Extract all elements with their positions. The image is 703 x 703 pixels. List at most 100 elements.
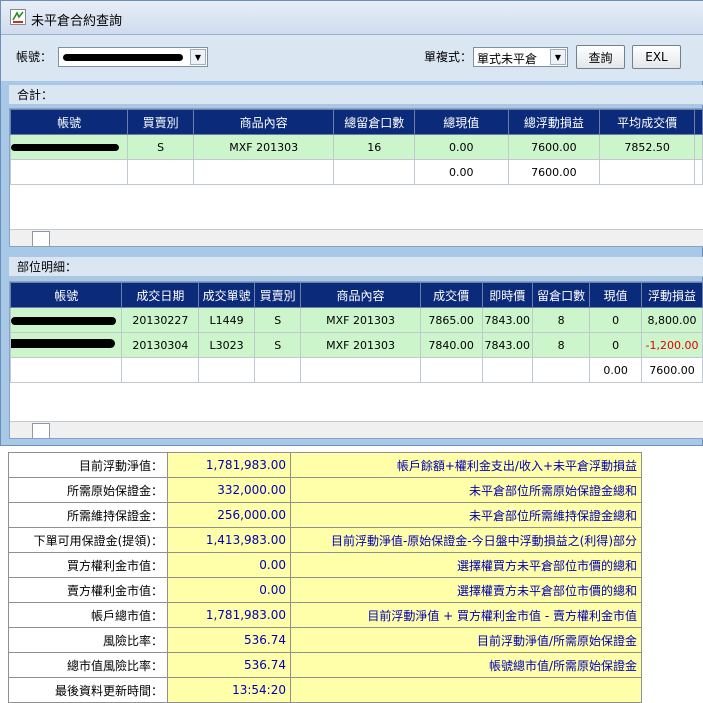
table-cell: MXF 201303 xyxy=(300,332,421,358)
mode-label: 單複式： xyxy=(424,50,473,64)
summary-grid: 帳號 買賣別 商品內容 總留倉口數 總現值 總浮動損益 平均成交價 S MXF … xyxy=(9,108,703,247)
scroll-thumb[interactable] xyxy=(32,423,50,438)
title-bar: 未平倉合約查詢 xyxy=(1,1,703,35)
redacted-account xyxy=(11,317,116,325)
detail-grid: 帳號 成交日期 成交單號 買賣別 商品內容 成交價 即時價 留倉口數 現值 浮動… xyxy=(9,281,703,439)
info-value: 1,781,983.00 xyxy=(167,452,291,478)
info-label: 最後資料更新時間： xyxy=(8,677,168,703)
table-cell: 0.00 xyxy=(414,134,509,160)
info-row: 買方權利金市值： 0.00 選擇權買方未平倉部位市價的總和 xyxy=(8,552,642,578)
table-cell: S xyxy=(127,134,194,160)
info-description: 帳號總市值/所需原始保證金 xyxy=(290,652,642,678)
table-cell: 8 xyxy=(532,307,591,333)
mode-select[interactable]: 單式未平倉 ▼ xyxy=(473,47,568,67)
info-label: 帳戶總市值： xyxy=(8,602,168,628)
table-cell: L3023 xyxy=(198,332,255,358)
column-header[interactable]: 買賣別 xyxy=(253,282,302,308)
column-header[interactable]: 商品內容 xyxy=(192,109,335,135)
table-row[interactable]: 20130227 L1449 S MXF 201303 7865.00 7843… xyxy=(10,307,703,333)
column-header[interactable]: 成交價 xyxy=(419,282,483,308)
info-value: 1,413,983.00 xyxy=(167,527,291,553)
info-value: 256,000.00 xyxy=(167,502,291,528)
table-row[interactable]: 0.00 7600.00 xyxy=(10,159,703,185)
table-cell xyxy=(693,159,703,185)
table-cell: 7600.00 xyxy=(507,134,601,160)
info-label: 目前浮動淨值： xyxy=(8,452,168,478)
info-value: 536.74 xyxy=(167,627,291,653)
column-header[interactable]: 買賣別 xyxy=(127,109,194,135)
column-header[interactable]: 即時價 xyxy=(481,282,534,308)
info-description: 目前浮動淨值-原始保證金-今日盤中浮動損益之(利得)部分 xyxy=(290,527,642,553)
column-header[interactable]: 總留倉口數 xyxy=(333,109,415,135)
column-header[interactable]: 平均成交價 xyxy=(599,109,695,135)
table-cell: S xyxy=(253,332,302,358)
column-header[interactable]: 現值 xyxy=(589,282,642,308)
table-cell xyxy=(10,332,123,358)
table-cell: 7865.00 xyxy=(419,307,483,333)
account-select[interactable]: ▼ xyxy=(58,47,208,67)
table-cell: 7600.00 xyxy=(507,159,601,185)
info-description: 選擇權買方未平倉部位市價的總和 xyxy=(290,552,642,578)
table-cell xyxy=(192,159,335,185)
scroll-thumb[interactable] xyxy=(32,231,50,246)
table-cell: MXF 201303 xyxy=(300,307,421,333)
column-header[interactable]: 留倉口數 xyxy=(532,282,591,308)
info-row: 風險比率： 536.74 目前浮動淨值/所需原始保證金 xyxy=(8,627,642,653)
info-label: 買方權利金市值： xyxy=(8,552,168,578)
column-header[interactable]: 成交單號 xyxy=(198,282,255,308)
table-row[interactable]: 20130304 L3023 S MXF 201303 7840.00 7843… xyxy=(10,332,703,358)
info-description xyxy=(290,677,642,703)
column-header[interactable]: 總浮動損益 xyxy=(507,109,601,135)
table-cell: 7600.00 xyxy=(640,357,703,383)
info-description: 帳戶餘額+權利金支出/收入+未平倉浮動損益 xyxy=(290,452,642,478)
table-cell xyxy=(333,159,415,185)
table-cell: 7843.00 xyxy=(481,332,534,358)
app-icon xyxy=(10,9,26,25)
table-cell: 7852.50 xyxy=(599,134,695,160)
table-cell: 0.00 xyxy=(414,159,509,185)
info-description: 選擇權賣方未平倉部位市價的總和 xyxy=(290,577,642,603)
column-header[interactable]: 浮動損益 xyxy=(640,282,703,308)
table-cell: 8,800.00 xyxy=(640,307,703,333)
table-cell xyxy=(198,357,255,383)
info-label: 下單可用保證金(提領)： xyxy=(8,527,168,553)
summary-section-label: 合計： xyxy=(9,85,703,105)
column-header xyxy=(693,109,703,135)
summary-horizontal-scrollbar[interactable] xyxy=(10,229,703,246)
info-value: 1,781,983.00 xyxy=(167,602,291,628)
summary-header-row: 帳號 買賣別 商品內容 總留倉口數 總現值 總浮動損益 平均成交價 xyxy=(10,109,703,135)
table-cell xyxy=(127,159,194,185)
mode-select-value: 單式未平倉 xyxy=(477,52,538,66)
table-cell xyxy=(481,357,534,383)
info-row: 所需維持保證金： 256,000.00 未平倉部位所需維持保證金總和 xyxy=(8,502,642,528)
table-cell xyxy=(121,357,200,383)
table-cell xyxy=(693,134,703,160)
detail-horizontal-scrollbar[interactable] xyxy=(10,421,703,438)
table-cell: 0 xyxy=(589,307,642,333)
info-row: 所需原始保證金： 332,000.00 未平倉部位所需原始保證金總和 xyxy=(8,477,642,503)
table-cell xyxy=(253,357,302,383)
query-button[interactable]: 查詢 xyxy=(576,45,625,69)
column-header[interactable]: 商品內容 xyxy=(300,282,421,308)
table-cell: -1,200.00 xyxy=(640,332,703,358)
table-row[interactable]: S MXF 201303 16 0.00 7600.00 7852.50 xyxy=(10,134,703,160)
info-value: 13:54:20 xyxy=(167,677,291,703)
info-description: 未平倉部位所需原始保證金總和 xyxy=(290,477,642,503)
exl-button[interactable]: EXL xyxy=(632,45,681,69)
info-value: 536.74 xyxy=(167,652,291,678)
table-row[interactable]: 0.00 7600.00 xyxy=(10,357,703,383)
table-cell: 0 xyxy=(589,332,642,358)
table-cell xyxy=(532,357,591,383)
column-header[interactable]: 總現值 xyxy=(414,109,509,135)
table-cell: 16 xyxy=(333,134,415,160)
window-title: 未平倉合約查詢 xyxy=(31,14,123,29)
table-cell xyxy=(10,357,123,383)
column-header[interactable]: 成交日期 xyxy=(121,282,200,308)
chevron-down-icon[interactable]: ▼ xyxy=(550,49,566,65)
info-row: 賣方權利金市值： 0.00 選擇權賣方未平倉部位市價的總和 xyxy=(8,577,642,603)
info-label: 風險比率： xyxy=(8,627,168,653)
column-header[interactable]: 帳號 xyxy=(10,282,123,308)
chevron-down-icon[interactable]: ▼ xyxy=(190,49,206,65)
table-cell xyxy=(10,307,123,333)
column-header[interactable]: 帳號 xyxy=(10,109,129,135)
